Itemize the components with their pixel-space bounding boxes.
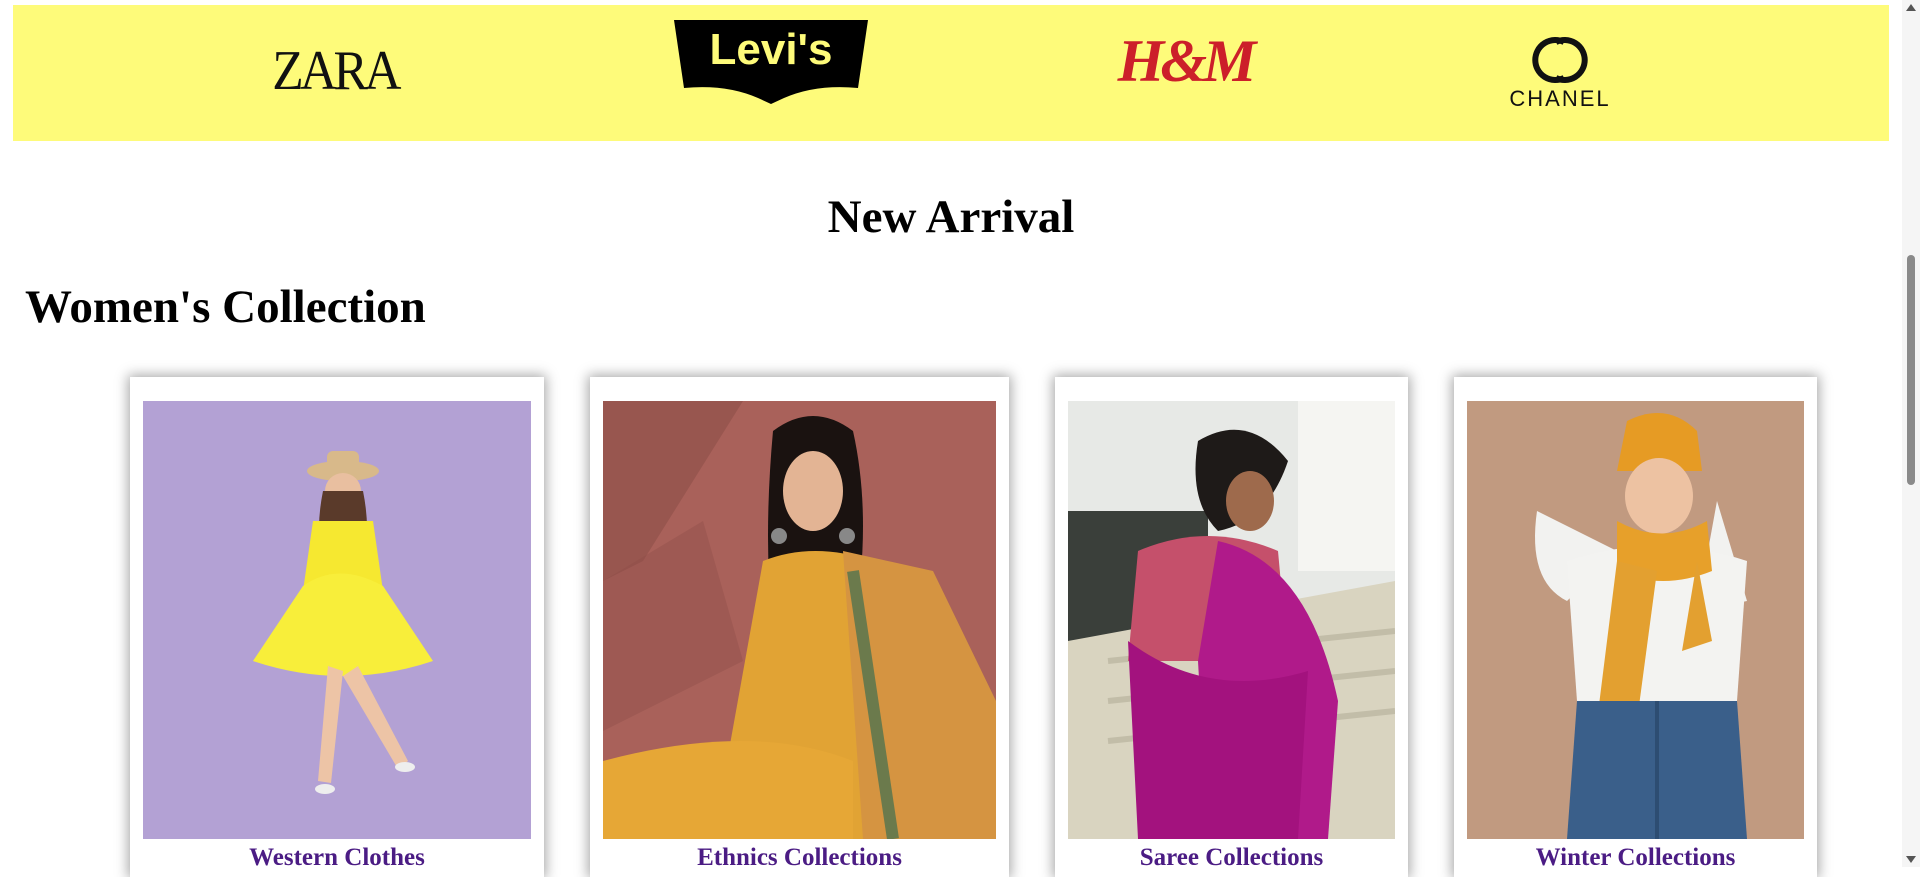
- levis-logo-graphic: Levi's: [674, 20, 868, 104]
- card-label[interactable]: Western Clothes: [130, 844, 544, 872]
- chanel-logo[interactable]: CHANEL: [1487, 30, 1633, 116]
- vertical-scrollbar[interactable]: [1902, 0, 1920, 867]
- saree-collections-image: [1068, 401, 1396, 839]
- collection-card-winter[interactable]: Winter Collections: [1454, 377, 1817, 877]
- scroll-thumb[interactable]: [1907, 255, 1915, 485]
- page-title: New Arrival: [827, 191, 1075, 243]
- western-clothes-image: [143, 401, 531, 839]
- section-title: Women's Collection: [25, 281, 426, 333]
- scroll-down-arrow-icon[interactable]: [1906, 856, 1916, 863]
- collection-card-western[interactable]: Western Clothes: [130, 377, 544, 877]
- chanel-logo-text: CHANEL: [1509, 86, 1611, 111]
- chanel-cc-icon: [1532, 37, 1588, 83]
- svg-text:Levi's: Levi's: [710, 25, 833, 74]
- hm-logo[interactable]: H&M: [1118, 24, 1257, 98]
- collection-card-ethnics[interactable]: Ethnics Collections: [590, 377, 1009, 877]
- collection-card-saree[interactable]: Saree Collections: [1055, 377, 1408, 877]
- hm-logo-text: H&M: [1117, 27, 1257, 94]
- card-label[interactable]: Winter Collections: [1454, 844, 1817, 872]
- card-label[interactable]: Ethnics Collections: [590, 844, 1009, 872]
- ethnics-collections-image: [603, 401, 996, 840]
- card-label[interactable]: Saree Collections: [1055, 844, 1408, 872]
- zara-logo-text: ZARA: [272, 40, 401, 102]
- winter-collections-image: [1467, 401, 1804, 839]
- scroll-up-arrow-icon[interactable]: [1906, 4, 1916, 11]
- zara-logo[interactable]: ZARA: [272, 38, 401, 104]
- levis-logo[interactable]: Levi's: [666, 14, 876, 104]
